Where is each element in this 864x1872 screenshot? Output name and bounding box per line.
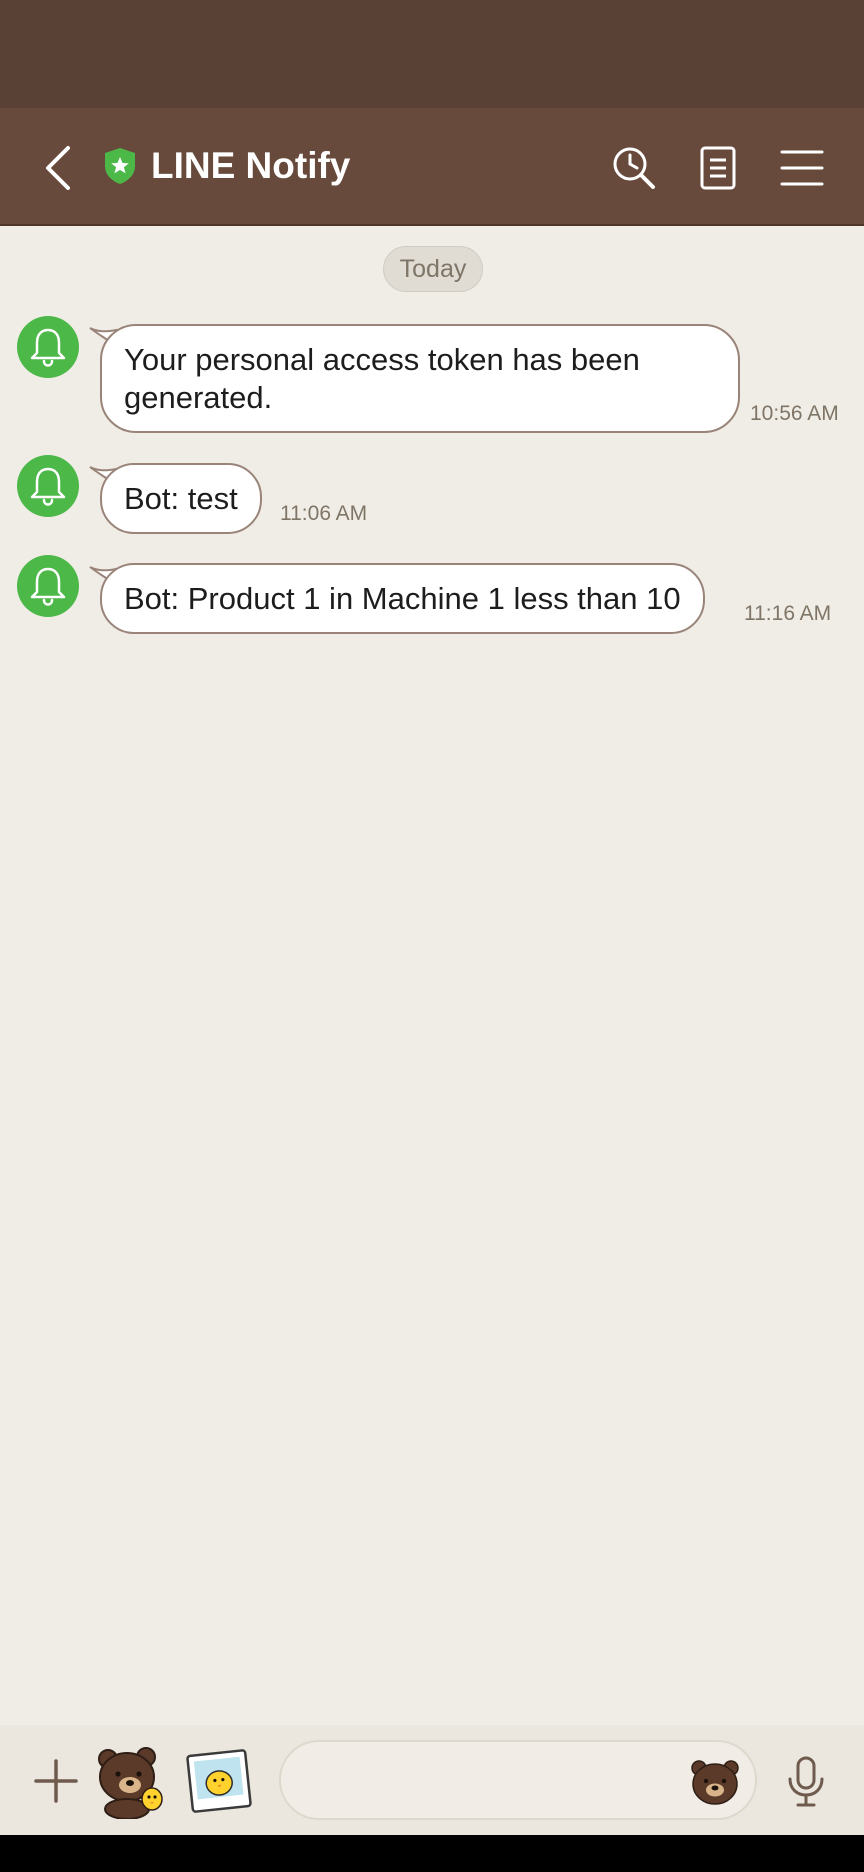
status-bar	[0, 0, 864, 108]
chat-header: LINE Notify	[0, 108, 864, 226]
photo-button[interactable]	[184, 1747, 254, 1815]
message-bubble[interactable]: Bot: Product 1 in Machine 1 less than 10	[100, 563, 705, 634]
message-bubble[interactable]: Your personal access token has been gene…	[100, 324, 740, 433]
bell-icon	[30, 567, 66, 606]
voice-button[interactable]	[786, 1755, 826, 1809]
emoji-icon	[691, 1760, 739, 1805]
composer-bar	[0, 1725, 864, 1835]
notes-button[interactable]	[694, 144, 742, 192]
shield-star-icon	[105, 148, 135, 184]
back-button[interactable]	[36, 138, 80, 194]
search-clock-icon	[613, 147, 655, 189]
bell-icon	[30, 328, 66, 367]
microphone-icon	[788, 1756, 824, 1807]
sender-avatar[interactable]	[17, 455, 79, 517]
sender-avatar[interactable]	[17, 555, 79, 617]
chat-title: LINE Notify	[151, 145, 351, 186]
add-attachment-button[interactable]	[30, 1755, 82, 1807]
sticker-button[interactable]	[94, 1739, 170, 1820]
message-time: 11:16 AM	[744, 602, 832, 625]
message-bubble[interactable]: Bot: test	[100, 463, 262, 534]
sender-avatar[interactable]	[17, 316, 79, 378]
message-time: 10:56 AM	[750, 402, 839, 425]
hamburger-menu-icon	[780, 150, 824, 186]
emoji-button[interactable]	[689, 1756, 741, 1808]
bell-icon	[30, 467, 66, 506]
message-input[interactable]	[279, 1740, 757, 1820]
notes-icon	[700, 146, 736, 190]
sticker-icon	[98, 1747, 163, 1820]
message-time: 11:06 AM	[280, 502, 368, 525]
date-separator: Today	[383, 246, 483, 292]
menu-button[interactable]	[778, 144, 826, 192]
system-navigation-bar	[0, 1835, 864, 1872]
photo-icon	[186, 1749, 252, 1813]
plus-icon	[34, 1759, 78, 1803]
chevron-left-icon	[46, 146, 70, 190]
search-button[interactable]	[610, 144, 658, 192]
